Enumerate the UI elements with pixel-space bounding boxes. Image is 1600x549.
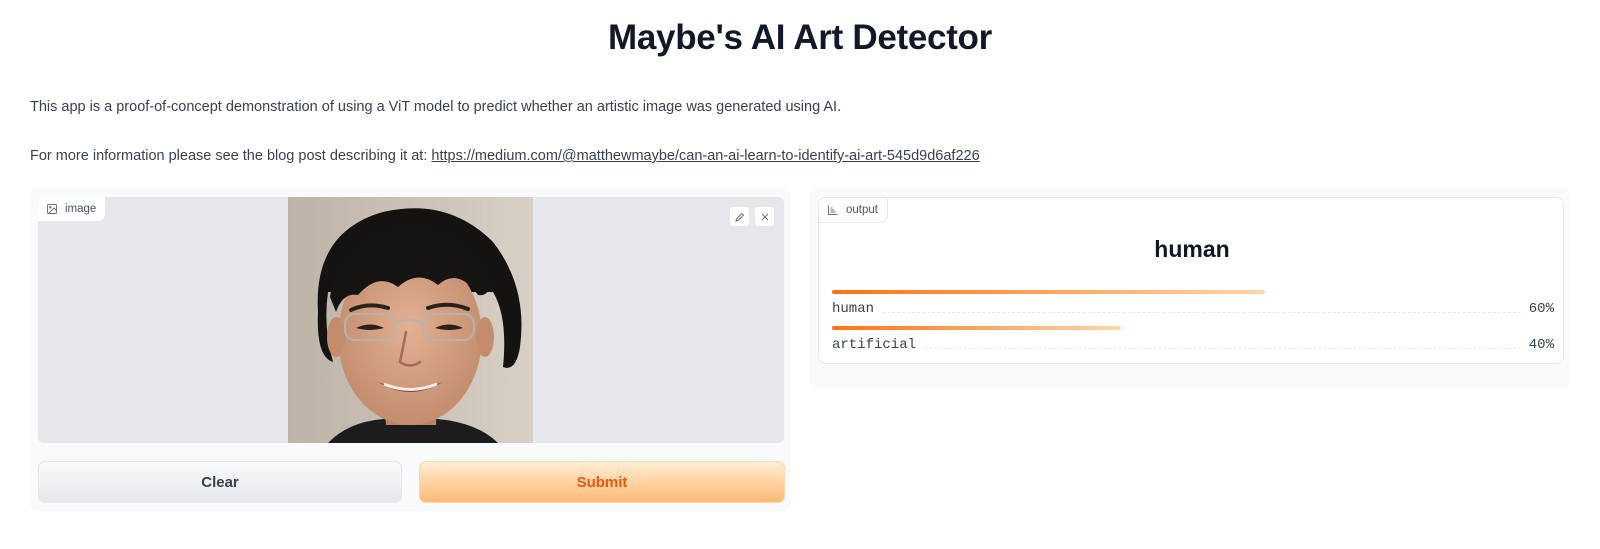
input-panel: image Clear Submit xyxy=(29,188,791,511)
predicted-label: human xyxy=(1154,236,1230,262)
image-icon xyxy=(47,204,57,214)
confidence-value: 60% xyxy=(1528,301,1554,317)
uploaded-image xyxy=(288,197,533,443)
output-label: output xyxy=(846,204,878,216)
confidence-bar xyxy=(832,290,1266,294)
confidence-label: artificial xyxy=(832,337,917,353)
submit-button[interactable]: Submit xyxy=(419,461,785,503)
confidence-label: human xyxy=(832,301,875,317)
clear-button[interactable]: Clear xyxy=(38,461,402,503)
confidence-bar xyxy=(832,326,1121,330)
remove-image-button[interactable] xyxy=(754,206,775,227)
confidence-item: human 60% xyxy=(832,290,1554,317)
output-block-label: output xyxy=(819,198,888,223)
page-title: Maybe's AI Art Detector xyxy=(608,18,992,57)
dotted-leader xyxy=(882,312,1521,313)
blog-link[interactable]: https://medium.com/@matthewmaybe/can-an-… xyxy=(431,148,979,164)
image-label: image xyxy=(65,203,97,215)
description: This app is a proof-of-concept demonstra… xyxy=(30,99,842,115)
output-label-component: output human human 60% artificial 40% xyxy=(818,197,1564,364)
edit-icon xyxy=(734,212,744,222)
close-icon xyxy=(761,213,768,220)
dotted-leader xyxy=(924,348,1521,349)
image-tools xyxy=(729,206,775,227)
confidence-item: artificial 40% xyxy=(832,326,1554,353)
more-info: For more information please see the blog… xyxy=(30,148,980,164)
image-input[interactable]: image xyxy=(38,197,784,443)
output-panel: output human human 60% artificial 40% xyxy=(809,188,1571,388)
more-info-text: For more information please see the blog… xyxy=(30,148,432,164)
confidence-value: 40% xyxy=(1528,337,1554,353)
edit-button[interactable] xyxy=(729,206,750,227)
image-block-label: image xyxy=(38,197,107,222)
bar-chart-icon xyxy=(828,205,838,215)
